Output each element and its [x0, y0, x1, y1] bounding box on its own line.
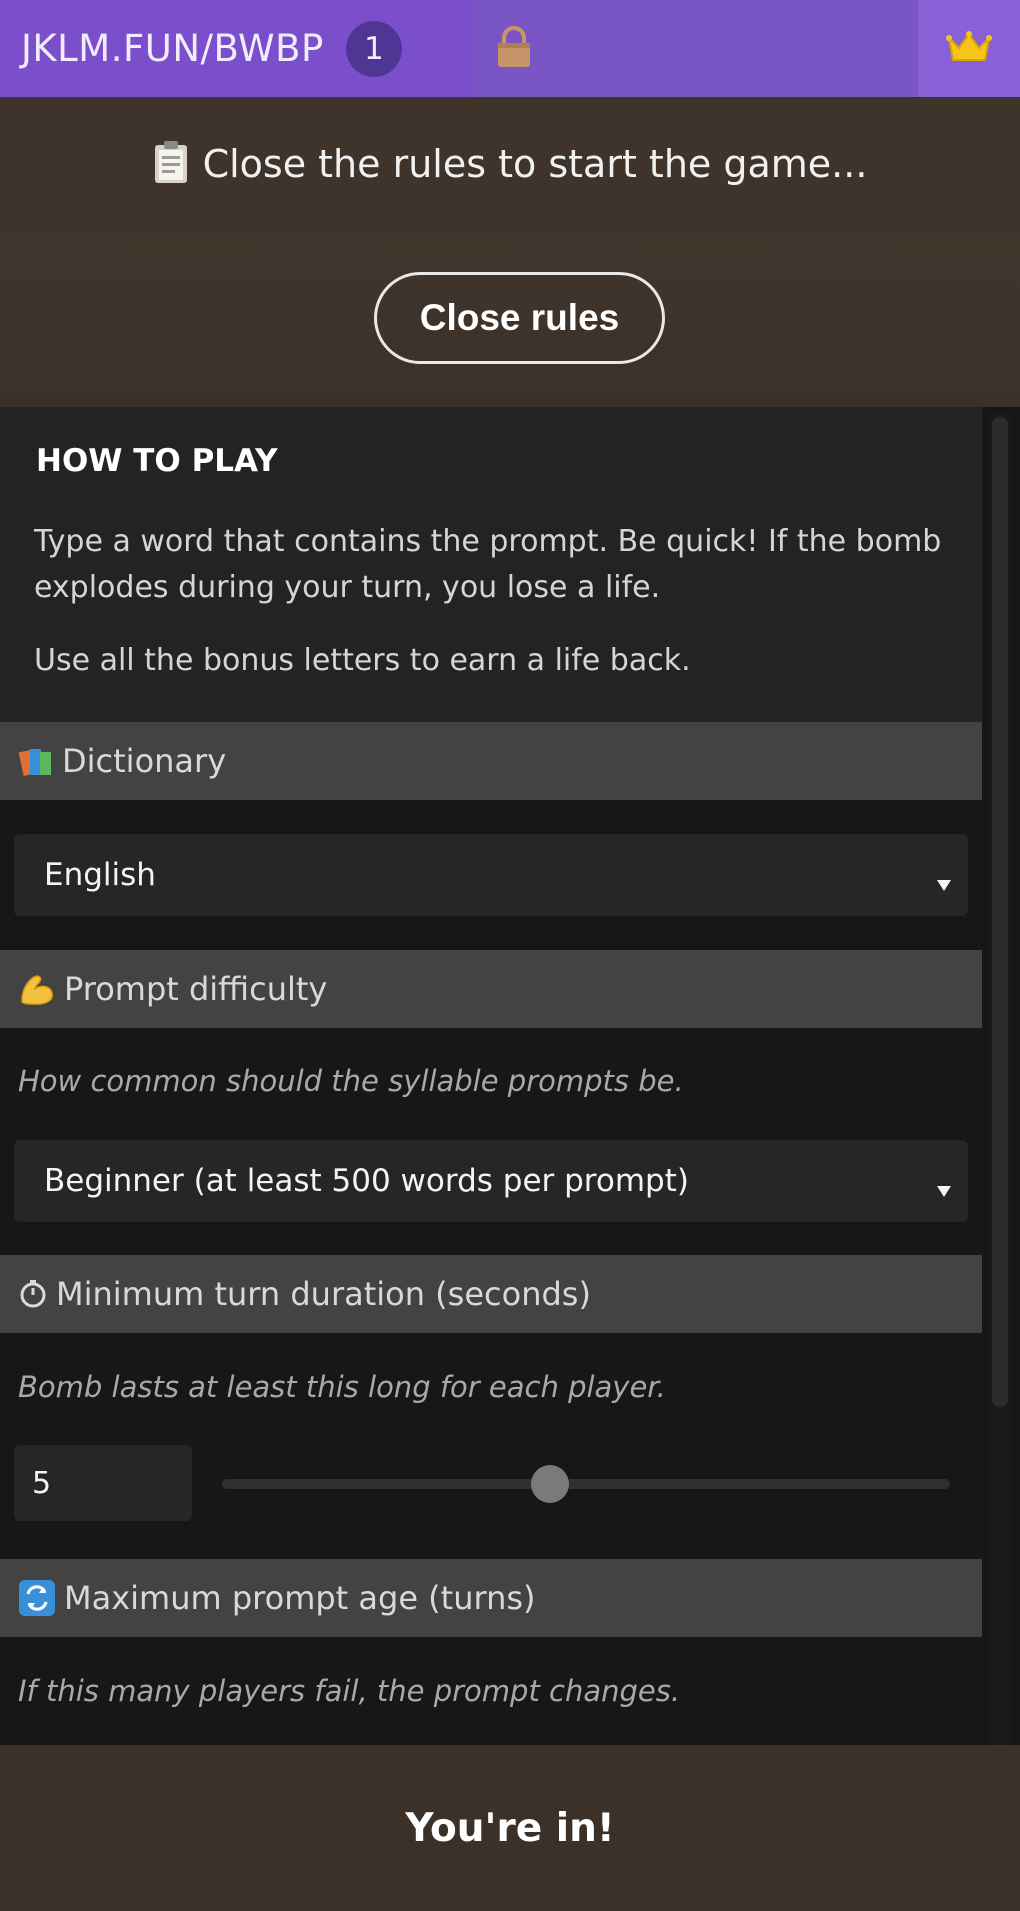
join-status-footer: You're in! — [0, 1745, 1020, 1911]
room-info[interactable]: JKLM.FUN/BWBP 1 — [0, 0, 472, 97]
how-to-play-title: HOW TO PLAY — [36, 443, 278, 479]
min-turn-duration-hint: Bomb lasts at least this long for each p… — [18, 1370, 666, 1404]
prompt-difficulty-label: Prompt difficulty — [64, 970, 328, 1008]
prompt-difficulty-selected-value: Beginner (at least 500 words per prompt) — [44, 1163, 689, 1199]
dictionary-label: Dictionary — [62, 742, 227, 780]
bonus-letters-text: Use all the bonus letters to earn a life… — [34, 643, 691, 678]
crown-icon — [946, 30, 992, 68]
dictionary-select[interactable]: English — [14, 834, 968, 916]
prompt-difficulty-select[interactable]: Beginner (at least 500 words per prompt) — [14, 1140, 968, 1222]
lock-icon[interactable] — [495, 25, 533, 72]
join-status-text: You're in! — [405, 1805, 615, 1851]
scrollbar-thumb[interactable] — [992, 417, 1008, 1407]
min-turn-duration-input[interactable]: 5 — [14, 1445, 192, 1521]
prompt-difficulty-header: Prompt difficulty — [0, 950, 982, 1028]
max-prompt-age-hint: If this many players fail, the prompt ch… — [18, 1674, 681, 1708]
dictionary-header: Dictionary — [0, 722, 982, 800]
close-rules-button[interactable]: Close rules — [374, 272, 665, 364]
rules-panel: HOW TO PLAY Type a word that contains th… — [0, 407, 1020, 1745]
max-prompt-age-label: Maximum prompt age (turns) — [64, 1579, 536, 1617]
prompt-difficulty-hint: How common should the syllable prompts b… — [18, 1064, 684, 1098]
repeat-icon — [18, 1579, 56, 1617]
game-status-area: Close the rules to start the game... Clo… — [0, 97, 1020, 407]
player-count-badge[interactable]: 1 — [345, 20, 402, 77]
room-code[interactable]: JKLM.FUN/BWBP — [21, 27, 324, 70]
how-to-play-text: Type a word that contains the prompt. Be… — [34, 524, 942, 605]
min-turn-duration-header: Minimum turn duration (seconds) — [0, 1255, 982, 1333]
crown-button[interactable] — [918, 0, 1020, 97]
slider-handle[interactable] — [530, 1465, 569, 1503]
timer-icon — [18, 1279, 48, 1309]
clipboard-icon — [153, 140, 189, 188]
max-prompt-age-header: Maximum prompt age (turns) — [0, 1559, 982, 1637]
how-to-play-box: HOW TO PLAY Type a word that contains th… — [0, 407, 982, 722]
chevron-down-icon — [936, 864, 952, 900]
min-turn-duration-label: Minimum turn duration (seconds) — [56, 1275, 591, 1313]
min-turn-duration-slider[interactable] — [222, 1479, 950, 1489]
status-band: Close the rules to start the game... — [0, 97, 1020, 231]
books-icon — [18, 743, 54, 779]
lock-area — [472, 0, 918, 97]
flexed-biceps-icon — [18, 971, 56, 1007]
chevron-down-icon — [936, 1170, 952, 1206]
top-bar: JKLM.FUN/BWBP 1 — [0, 0, 1020, 97]
status-message: Close the rules to start the game... — [202, 142, 868, 186]
dictionary-selected-value: English — [44, 857, 156, 893]
